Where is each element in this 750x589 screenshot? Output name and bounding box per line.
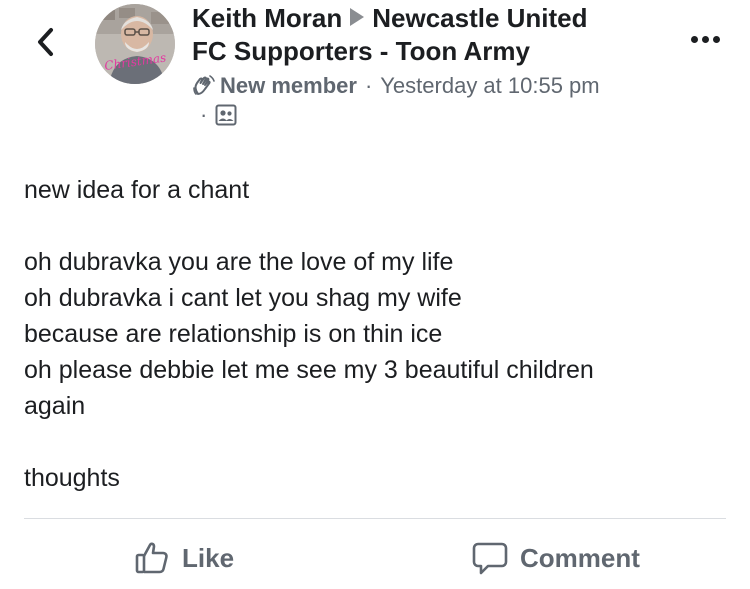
post-text-line: thoughts	[24, 464, 120, 492]
group-name-line1[interactable]: Newcastle United	[372, 3, 587, 33]
back-button[interactable]	[30, 22, 60, 62]
author-name[interactable]: Keith Moran	[192, 3, 342, 33]
meta-separator-2: ·	[200, 102, 208, 127]
post-text-line: again	[24, 392, 86, 420]
member-badge[interactable]: New member	[220, 72, 357, 100]
post-text-line: new idea for a chant	[24, 176, 250, 204]
avatar-photo: Christmas	[95, 4, 175, 84]
post-body: new idea for a chant oh dubravka you are…	[24, 172, 724, 496]
comment-label: Comment	[520, 542, 640, 573]
meta-separator: ·	[364, 73, 373, 98]
divider	[24, 518, 726, 519]
post-text-line: oh dubravka you are the love of my life	[24, 248, 454, 276]
post-text-line: oh please debbie let me see my 3 beautif…	[24, 356, 594, 384]
post-meta: New member · Yesterday at 10:55 pm	[192, 72, 672, 100]
arrow-right-icon	[350, 8, 365, 26]
post-title: Keith Moran Newcastle United	[192, 2, 672, 35]
comment-button[interactable]: Comment	[472, 536, 640, 580]
comment-bubble-icon	[472, 542, 508, 575]
post-header: Keith Moran Newcastle United FC Supporter…	[192, 2, 672, 128]
post-text-line: oh dubravka i cant let you shag my wife	[24, 284, 462, 312]
post-text-line: because are relationship is on thin ice	[24, 320, 443, 348]
thumbs-up-icon	[135, 542, 168, 574]
waving-hand-icon	[193, 75, 215, 95]
like-button[interactable]: Like	[134, 536, 234, 580]
like-label: Like	[182, 542, 235, 573]
more-dot-icon	[702, 36, 709, 43]
chevron-left-icon	[38, 28, 53, 56]
more-dot-icon	[713, 36, 720, 43]
group-name-line2[interactable]: FC Supporters - Toon Army	[192, 35, 672, 68]
more-dot-icon	[691, 36, 698, 43]
audience-row: ·	[192, 102, 672, 128]
avatar[interactable]: Christmas	[95, 4, 175, 84]
group-audience-icon[interactable]	[215, 104, 237, 126]
more-options-button[interactable]	[691, 36, 720, 43]
post-timestamp[interactable]: Yesterday at 10:55 pm	[380, 72, 599, 100]
